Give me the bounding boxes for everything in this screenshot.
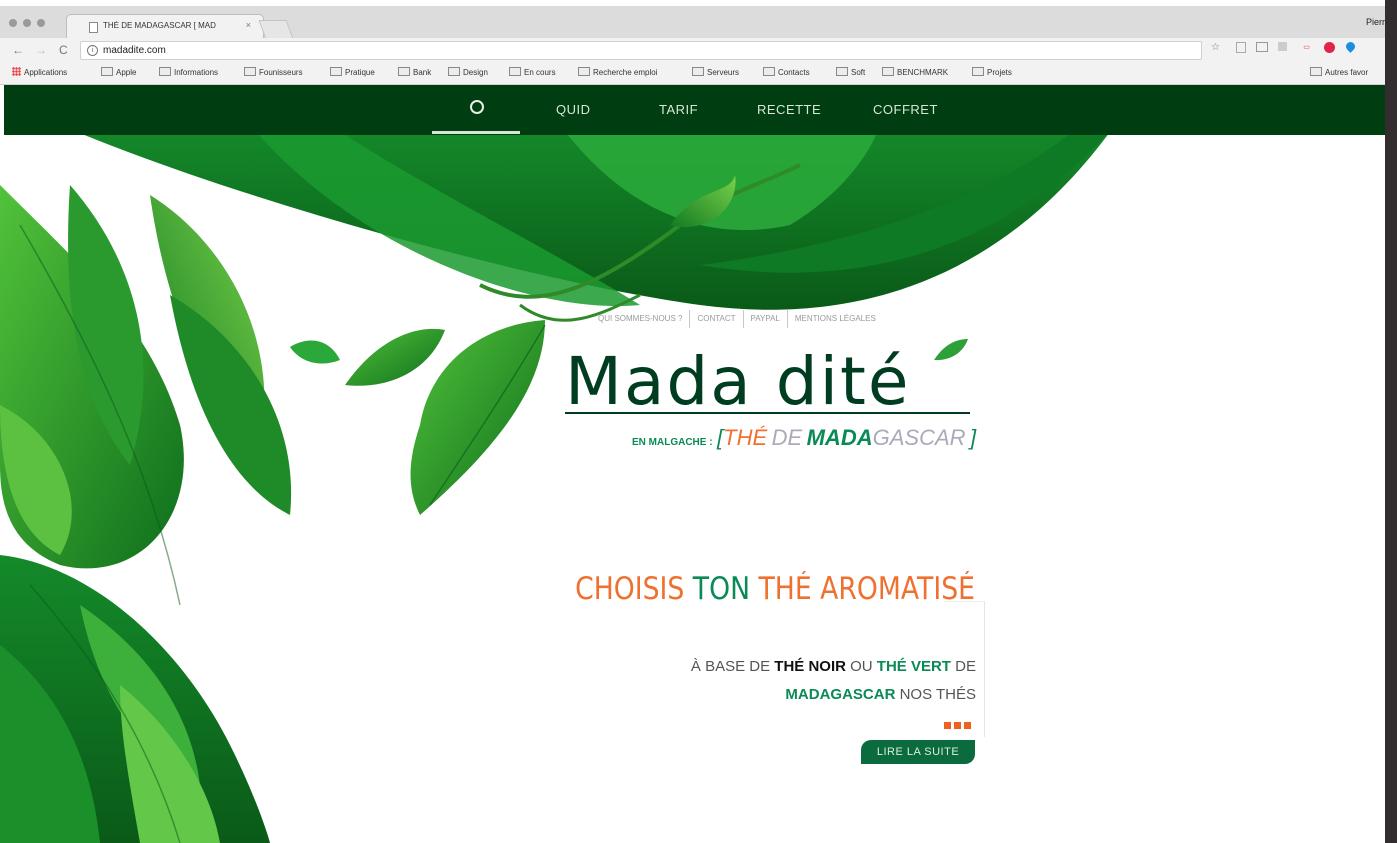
folder-icon: [448, 67, 460, 76]
url-text[interactable]: madadite.com: [103, 45, 166, 56]
tab-strip: THÉ DE MADAGASCAR [ MAD × Pierr: [0, 6, 1385, 39]
bookmark-folder[interactable]: Projets: [972, 67, 1012, 77]
folder-icon: [972, 67, 984, 76]
bookmark-folder[interactable]: Informations: [159, 67, 218, 77]
tea-leaves-illustration: [0, 125, 1115, 843]
profile-name[interactable]: Pierr: [1366, 17, 1385, 27]
reload-button[interactable]: C: [59, 43, 68, 57]
apps-icon: [12, 67, 21, 76]
site-logo[interactable]: Mada dité: [565, 347, 910, 417]
desc-text: NOS THÉS: [895, 686, 976, 703]
info-icon[interactable]: i: [87, 45, 98, 56]
headline-part: TON: [692, 571, 759, 607]
nav-tarif[interactable]: TARIF: [659, 102, 698, 117]
desc-text: À BASE DE: [690, 658, 775, 675]
bookmark-folder[interactable]: Founisseurs: [244, 67, 303, 77]
hero-headline: CHOISIS TON THÉ AROMATISÉ: [575, 571, 975, 607]
tagline-the: THÉ: [723, 425, 768, 450]
desc-text: OU: [845, 658, 877, 675]
other-bookmarks[interactable]: Autres favor: [1310, 67, 1368, 77]
screen-background: [1385, 0, 1397, 843]
tagline-bracket: ]: [969, 425, 977, 450]
bookmark-folder[interactable]: Serveurs: [692, 67, 739, 77]
extension-icon[interactable]: [1236, 42, 1246, 53]
folder-icon: [330, 67, 342, 76]
logo-underline: [565, 412, 970, 414]
minimize-window-button[interactable]: [23, 19, 31, 27]
tagline-de: DE: [771, 425, 803, 450]
divider: [786, 310, 788, 328]
cast-icon[interactable]: [1256, 42, 1268, 52]
folder-icon: [1310, 67, 1322, 76]
browser-toolbar: ← → C i madadite.com: [0, 38, 1385, 62]
folder-icon: [836, 67, 848, 76]
bookmark-folder[interactable]: En cours: [509, 67, 556, 77]
tab-title: THÉ DE MADAGASCAR [ MAD: [103, 21, 216, 30]
browser-tab[interactable]: THÉ DE MADAGASCAR [ MAD ×: [66, 14, 264, 39]
link-about[interactable]: QUI SOMMES-NOUS ?: [598, 314, 682, 323]
link-paypal[interactable]: PAYPAL: [751, 314, 780, 323]
tagline: EN MALGACHE : [THÉ DE MADAGASCAR ]: [632, 425, 976, 451]
active-nav-indicator: [432, 131, 520, 134]
desc-highlight: THÉ VERT: [876, 658, 951, 675]
forward-button[interactable]: →: [35, 43, 47, 57]
ellipsis-dots: [941, 716, 971, 734]
extension-icon[interactable]: ▭: [1301, 42, 1312, 53]
zoom-window-button[interactable]: [37, 19, 45, 27]
secondary-links: QUI SOMMES-NOUS ? CONTACT PAYPAL MENTIONS L…: [598, 310, 876, 328]
tab-close-icon[interactable]: ×: [246, 20, 251, 30]
close-window-button[interactable]: [9, 19, 17, 27]
headline-part: THÉ AROMATISÉ: [758, 571, 975, 607]
folder-icon: [398, 67, 410, 76]
search-icon[interactable]: [470, 100, 484, 114]
folder-icon: [509, 67, 521, 76]
folder-icon: [244, 67, 256, 76]
address-bar[interactable]: i madadite.com: [80, 41, 1202, 60]
bookmark-folder[interactable]: Contacts: [763, 67, 810, 77]
tagline-gascar: GASCAR: [872, 425, 966, 450]
folder-icon: [763, 67, 775, 76]
folder-icon: [101, 67, 113, 76]
divider: [742, 310, 744, 328]
nav-recette[interactable]: RECETTE: [757, 102, 821, 117]
bookmark-folder[interactable]: Recherche emploi: [578, 67, 657, 77]
bookmarks-bar: Applications Apple Informations Founisse…: [0, 62, 1385, 85]
bookmark-folder[interactable]: Pratique: [330, 67, 375, 77]
bookmark-folder[interactable]: Bank: [398, 67, 431, 77]
bookmark-folder[interactable]: BENCHMARK: [882, 67, 948, 77]
page-icon: [89, 22, 98, 33]
back-button[interactable]: ←: [12, 43, 24, 57]
folder-icon: [578, 67, 590, 76]
desc-highlight: THÉ NOIR: [774, 658, 846, 675]
bookmark-folder[interactable]: Design: [448, 67, 488, 77]
link-contact[interactable]: CONTACT: [697, 314, 735, 323]
site-navigation: QUID TARIF RECETTE COFFRET: [4, 85, 1385, 135]
tagline-mada: MADA: [806, 425, 873, 450]
nav-quid[interactable]: QUID: [556, 102, 591, 117]
desc-text: DE: [950, 658, 976, 675]
tagline-prefix: EN MALGACHE :: [632, 437, 713, 448]
web-page: QUID TARIF RECETTE COFFRET QUI SOMMES-NO…: [0, 85, 1385, 843]
bookmark-applications[interactable]: Applications: [12, 67, 67, 77]
new-tab-button[interactable]: [258, 20, 294, 39]
folder-icon: [159, 67, 171, 76]
hero-description: À BASE DE THÉ NOIR OU THÉ VERT DE MADAGA…: [691, 653, 976, 709]
headline-part: CHOISIS: [575, 571, 693, 607]
link-legal[interactable]: MENTIONS LÉGALES: [795, 314, 876, 323]
nav-coffret[interactable]: COFFRET: [873, 102, 938, 117]
bookmark-folder[interactable]: Soft: [836, 67, 865, 77]
bookmark-star-icon[interactable]: ☆: [1210, 42, 1221, 53]
browser-window: THÉ DE MADAGASCAR [ MAD × Pierr ← → C i …: [0, 0, 1385, 843]
bookmark-folder[interactable]: Apple: [101, 67, 136, 77]
extension-icon[interactable]: [1278, 42, 1287, 51]
folder-icon: [692, 67, 704, 76]
read-more-button[interactable]: LIRE LA SUITE: [861, 740, 975, 764]
folder-icon: [882, 67, 894, 76]
desc-highlight: MADAGASCAR: [785, 686, 896, 703]
divider: [689, 310, 691, 328]
pinterest-icon[interactable]: [1324, 42, 1335, 53]
